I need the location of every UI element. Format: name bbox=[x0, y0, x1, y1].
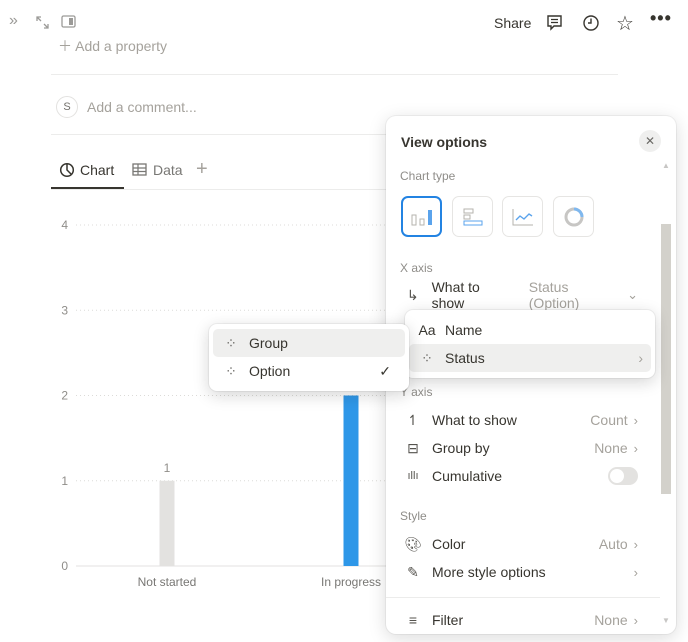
menu-item-status[interactable]: ⁘ Status › bbox=[409, 344, 651, 372]
y-tick-label: 3 bbox=[61, 303, 68, 317]
cumulative-row: ıllı Cumulative bbox=[394, 462, 646, 490]
menu-item-label: Option bbox=[249, 363, 291, 379]
comment-input[interactable]: Add a comment... bbox=[87, 99, 197, 115]
menu-item-label: Group bbox=[249, 335, 288, 351]
more-style-options-row[interactable]: ✎ More style options › bbox=[394, 558, 646, 586]
share-button[interactable]: Share bbox=[494, 15, 531, 31]
row-value: Status (Option) bbox=[528, 279, 580, 311]
y-tick-label: 4 bbox=[61, 218, 68, 232]
tab-label: Chart bbox=[80, 162, 115, 178]
brush-icon: ✎ bbox=[407, 563, 419, 580]
row-label: Filter bbox=[432, 612, 464, 628]
row-value: Count bbox=[590, 412, 628, 428]
chart-type-horizontal-bar[interactable] bbox=[452, 196, 493, 237]
fullscreen-icon[interactable] bbox=[35, 15, 50, 30]
status-icon: ⁘ bbox=[225, 334, 237, 351]
donut-chart-icon bbox=[564, 207, 583, 226]
chart-type-donut[interactable] bbox=[553, 196, 594, 237]
filter-row[interactable]: ≡ Filter None › bbox=[394, 606, 646, 634]
menu-item-name[interactable]: Aa Name bbox=[409, 316, 651, 344]
avatar: S bbox=[56, 96, 78, 118]
submenu-item-group[interactable]: ⁘ Group bbox=[213, 329, 405, 357]
divider bbox=[51, 74, 618, 75]
x-tick-label: In progress bbox=[321, 575, 381, 589]
palette-icon: 🎨︎ bbox=[404, 535, 422, 552]
chart-icon bbox=[59, 162, 75, 178]
add-property-label: Add a property bbox=[75, 38, 167, 54]
data-label: 1 bbox=[164, 461, 171, 475]
chevron-right-icon: › bbox=[633, 412, 638, 428]
filter-icon: ≡ bbox=[408, 612, 418, 628]
status-icon: ⁘ bbox=[421, 349, 433, 366]
chevron-right-icon: › bbox=[633, 440, 638, 456]
menu-item-label: Name bbox=[445, 322, 483, 338]
close-button[interactable]: ✕ bbox=[639, 130, 661, 152]
bar bbox=[159, 480, 175, 566]
history-icon[interactable] bbox=[582, 14, 600, 32]
group-by-icon: ⊟ bbox=[407, 439, 419, 456]
row-label: Cumulative bbox=[432, 468, 503, 484]
cumulative-icon: ıllı bbox=[407, 470, 419, 482]
row-label: What to show bbox=[431, 279, 480, 311]
cumulative-toggle[interactable] bbox=[608, 467, 638, 485]
scrollbar-thumb[interactable] bbox=[661, 224, 671, 494]
x-axis-label: X axis bbox=[400, 261, 433, 275]
row-label: More style options bbox=[432, 564, 546, 580]
chevron-right-icon: › bbox=[633, 536, 638, 552]
close-icon: ✕ bbox=[644, 134, 656, 148]
status-icon: ⁘ bbox=[225, 362, 237, 379]
add-view-button[interactable]: + bbox=[196, 158, 208, 181]
row-value: None bbox=[594, 612, 628, 628]
comment-icon[interactable] bbox=[546, 14, 564, 32]
y-axis-icon: ↿ bbox=[407, 411, 419, 428]
panel-title: View options bbox=[401, 134, 488, 150]
chart-type-line[interactable] bbox=[502, 196, 543, 237]
style-label: Style bbox=[400, 509, 427, 523]
chevron-right-icon: › bbox=[638, 350, 643, 366]
more-icon[interactable]: ••• bbox=[650, 8, 672, 29]
chevron-down-icon: ⌄ bbox=[627, 287, 638, 302]
y-what-to-show-row[interactable]: ↿ What to show Count › bbox=[394, 406, 646, 434]
text-icon: Aa bbox=[418, 322, 436, 338]
y-tick-label: 0 bbox=[61, 559, 68, 573]
chart-type-label: Chart type bbox=[400, 169, 456, 183]
chart-type-vertical-bar[interactable] bbox=[401, 196, 442, 237]
x-tick-label: Not started bbox=[138, 575, 197, 589]
horizontal-bar-icon bbox=[463, 208, 482, 225]
table-icon bbox=[132, 163, 147, 176]
menu-item-label: Status bbox=[445, 350, 485, 366]
property-menu: Aa Name ⁘ Status › bbox=[405, 310, 655, 378]
line-chart-icon bbox=[512, 208, 533, 225]
status-submenu: ⁘ Group ⁘ Option ✓ bbox=[209, 324, 409, 391]
chevron-right-icon: › bbox=[633, 564, 638, 580]
side-peek-icon[interactable] bbox=[61, 15, 77, 29]
group-by-row[interactable]: ⊟ Group by None › bbox=[394, 434, 646, 462]
sidebar-expand-icon[interactable]: » bbox=[9, 12, 18, 30]
x-axis-icon: ↳ bbox=[406, 286, 419, 303]
row-label: Color bbox=[432, 536, 466, 552]
y-tick-label: 1 bbox=[61, 474, 68, 488]
row-label: Group by bbox=[432, 440, 490, 456]
chevron-right-icon: › bbox=[633, 612, 638, 628]
add-property-button[interactable]: ＋ Add a property bbox=[58, 36, 167, 56]
check-icon: ✓ bbox=[379, 362, 391, 379]
tab-chart[interactable]: Chart bbox=[59, 162, 114, 178]
row-label: What to show bbox=[432, 412, 517, 428]
scroll-down-arrow[interactable]: ▼ bbox=[662, 616, 670, 625]
row-value: None bbox=[594, 440, 628, 456]
tab-label: Data bbox=[153, 162, 183, 178]
vertical-bar-icon bbox=[411, 209, 432, 225]
color-row[interactable]: 🎨︎ Color Auto › bbox=[394, 530, 646, 558]
submenu-item-option[interactable]: ⁘ Option ✓ bbox=[213, 357, 405, 385]
bar bbox=[343, 395, 359, 566]
x-what-to-show-row[interactable]: ↳ What to show Status (Option) ⌄ bbox=[394, 279, 646, 311]
tab-data[interactable]: Data bbox=[132, 162, 183, 178]
scroll-up-arrow[interactable]: ▲ bbox=[662, 161, 670, 170]
divider bbox=[386, 597, 660, 598]
y-tick-label: 2 bbox=[61, 389, 68, 403]
row-value: Auto bbox=[598, 536, 628, 552]
star-icon[interactable]: ☆ bbox=[616, 11, 634, 36]
bar-chart: 0 1 2 3 4 Not started 1 In progress bbox=[61, 218, 400, 589]
